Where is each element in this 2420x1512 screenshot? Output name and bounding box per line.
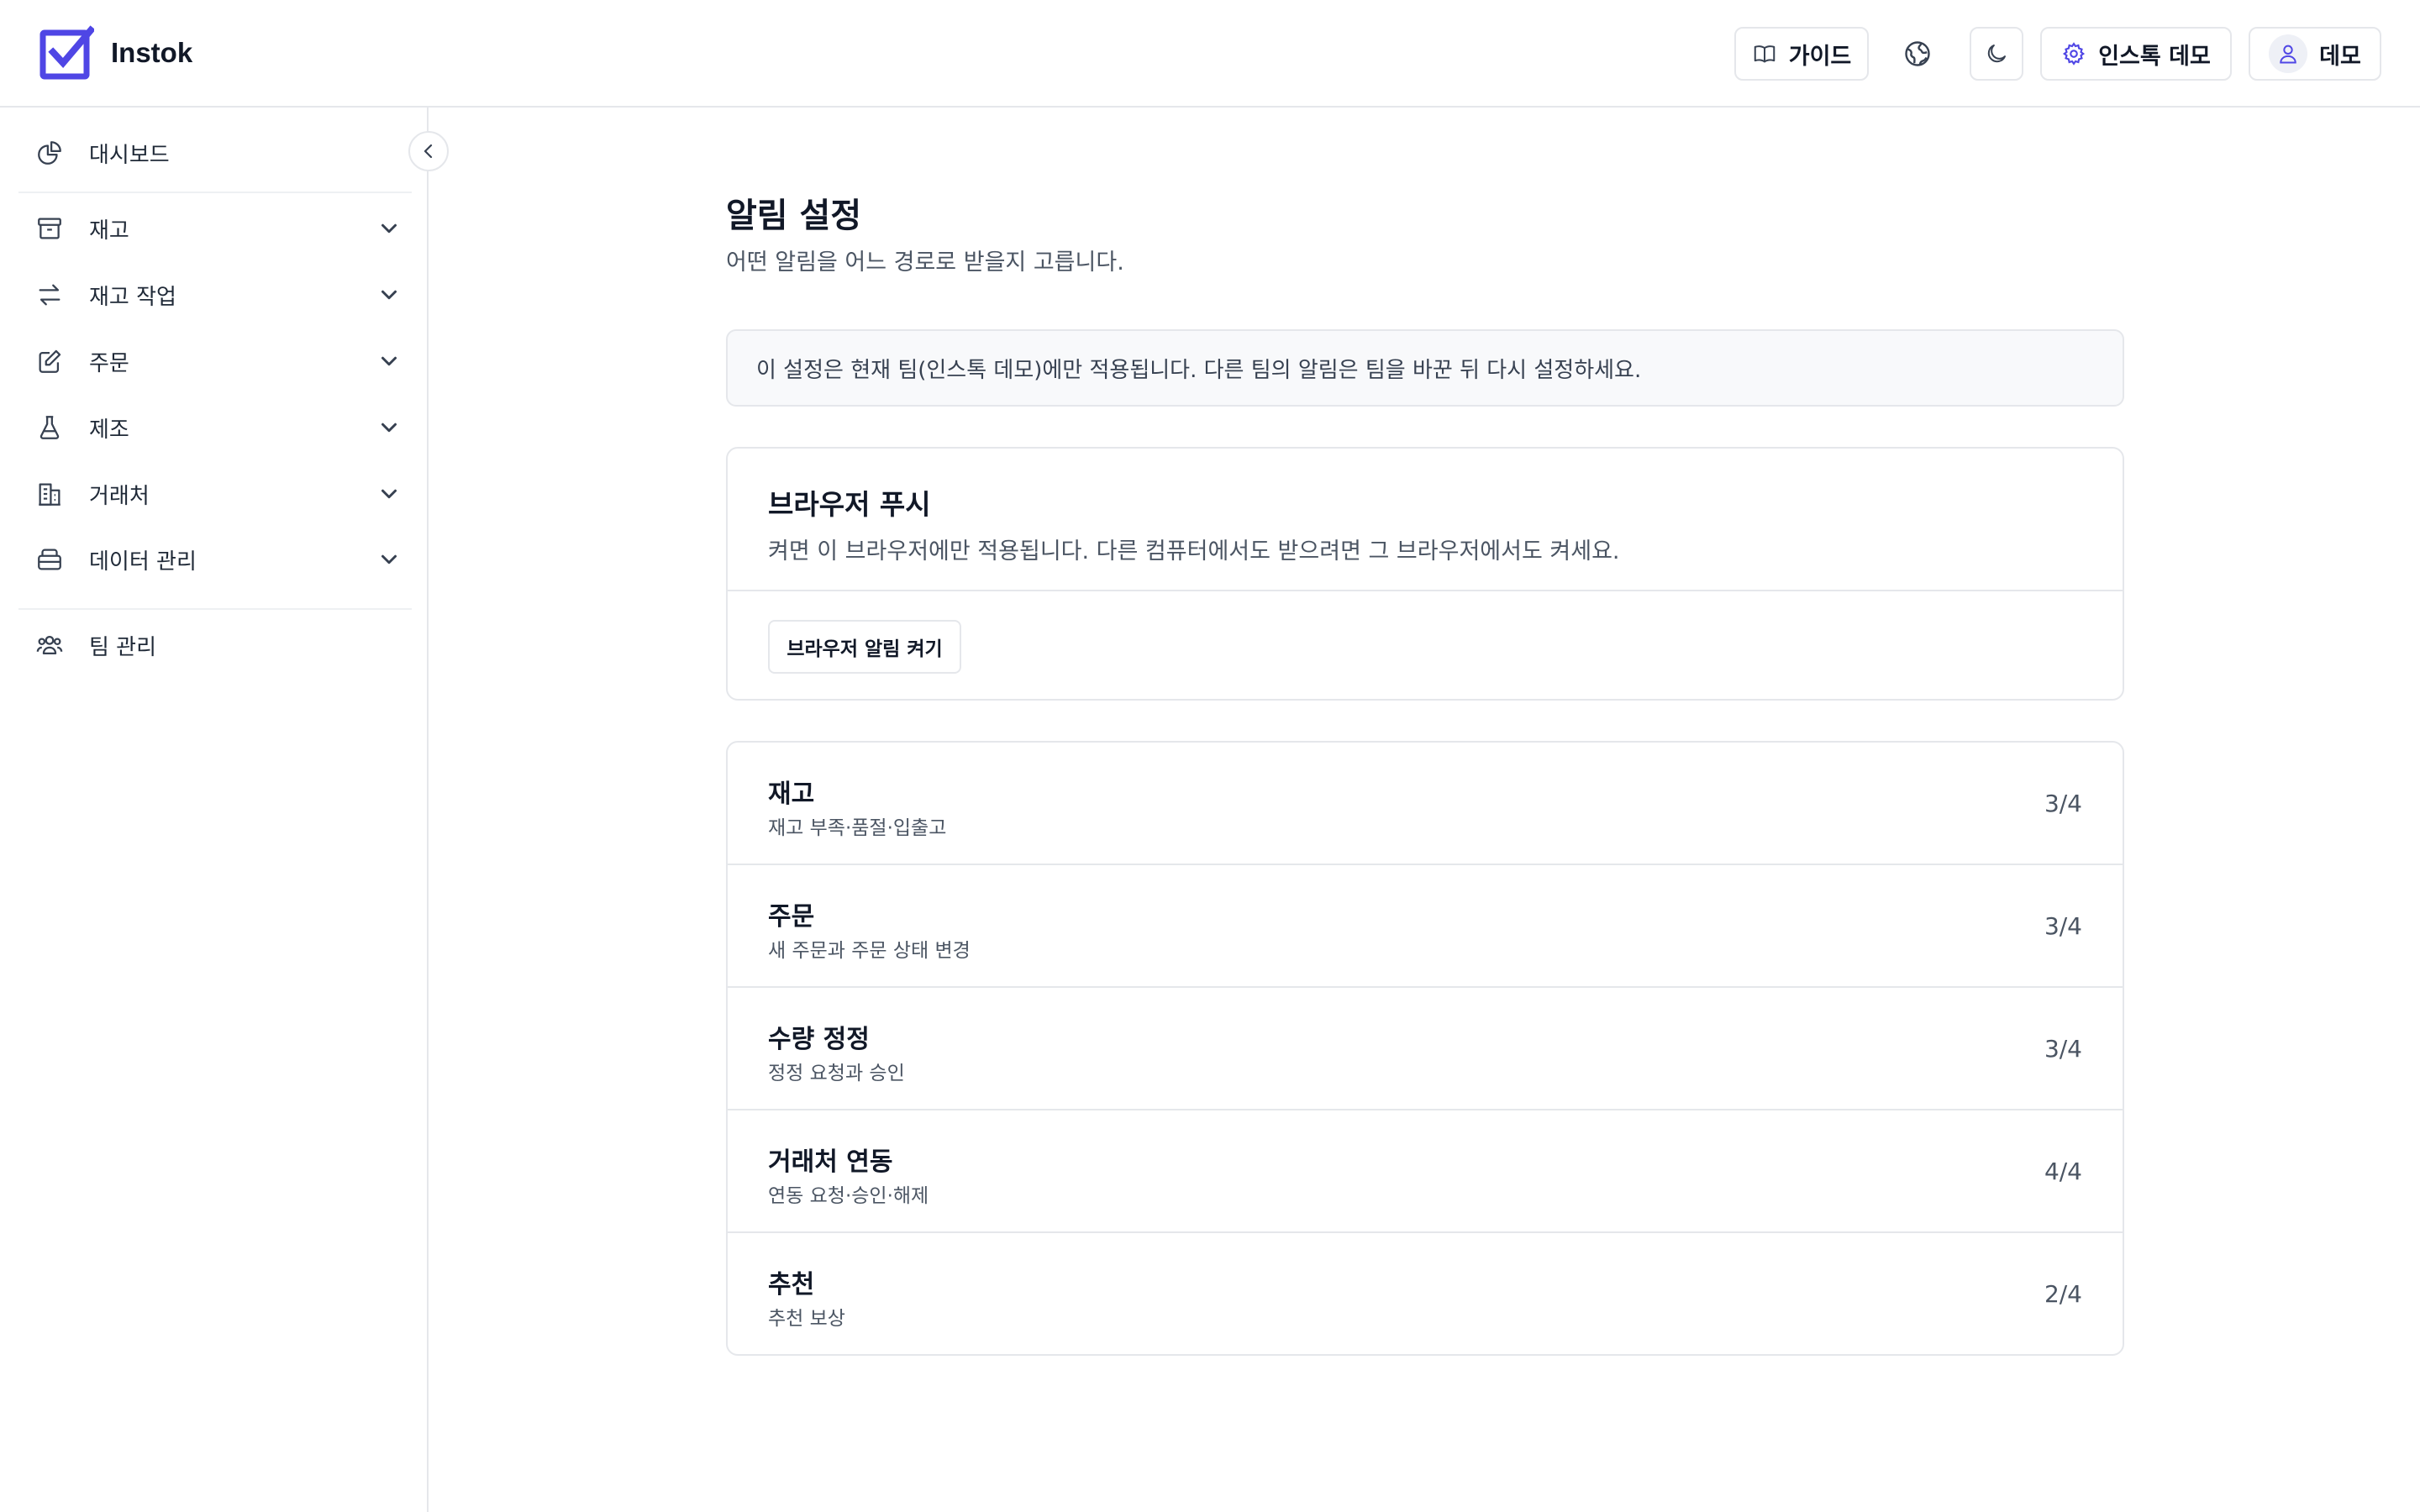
building-icon (39, 483, 60, 506)
avatar (2269, 34, 2308, 73)
arrows-swap-icon (39, 284, 60, 306)
enable-browser-notifications-button[interactable]: 브라우저 알림 켜기 (768, 620, 961, 674)
user-label: 데모 (2319, 43, 2361, 70)
category-row-inventory[interactable]: 재고 재고 부족·품절·입출고 3/4 (728, 743, 2123, 865)
language-button[interactable] (1891, 27, 1944, 81)
guide-button[interactable]: 가이드 (1734, 27, 1869, 81)
app-name: Instok (111, 37, 193, 68)
edit-document-icon (39, 349, 61, 373)
category-description: 새 주문과 주문 상태 변경 (768, 940, 971, 962)
notification-categories-card: 재고 재고 부족·품절·입출고 3/4 주문 새 주문과 주문 상태 변경 3/… (726, 741, 2124, 1356)
browser-push-title: 브라우저 푸시 (768, 488, 931, 521)
category-enabled-count: 4/4 (2044, 1158, 2082, 1185)
category-title: 재고 (768, 780, 815, 809)
sidebar-item-label: 재고 (89, 218, 129, 244)
chevron-down-icon (381, 356, 397, 366)
team-label: 인스톡 데모 (2098, 43, 2211, 70)
user-menu-button[interactable]: 데모 (2249, 27, 2381, 81)
category-description: 재고 부족·품절·입출고 (768, 817, 947, 839)
team-scope-notice: 이 설정은 현재 팀(인스톡 데모)에만 적용됩니다. 다른 팀의 알림은 팀을… (726, 329, 2124, 407)
sidebar-item-inventory[interactable]: 재고 (18, 202, 405, 255)
category-description: 추천 보상 (768, 1308, 845, 1330)
sidebar-divider (18, 192, 412, 193)
page-subtitle: 어떤 알림을 어느 경로로 받을지 고릅니다. (726, 249, 1124, 276)
chevron-down-icon (381, 223, 397, 234)
category-enabled-count: 2/4 (2044, 1280, 2082, 1308)
gear-icon (2063, 42, 2086, 66)
chevron-down-icon (381, 290, 397, 300)
category-title: 거래처 연동 (768, 1147, 893, 1177)
chevron-left-icon (424, 144, 433, 159)
app-logo[interactable]: Instok (39, 25, 192, 81)
sidebar-divider (18, 608, 412, 610)
category-enabled-count: 3/4 (2044, 1035, 2082, 1063)
sidebar-item-label: 팀 관리 (89, 634, 157, 660)
sidebar-item-label: 제조 (89, 417, 129, 443)
sidebar-item-partners[interactable]: 거래처 (18, 467, 405, 521)
sidebar-item-manufacturing[interactable]: 제조 (18, 401, 405, 454)
chevron-down-icon (381, 554, 397, 564)
users-icon (36, 635, 63, 655)
category-row-quantity-correction[interactable]: 수량 정정 정정 요청과 승인 3/4 (728, 988, 2123, 1110)
sidebar-collapse-button[interactable] (408, 131, 449, 171)
sidebar-item-team-management[interactable]: 팀 관리 (18, 618, 405, 672)
category-enabled-count: 3/4 (2044, 912, 2082, 940)
page-title: 알림 설정 (726, 197, 862, 235)
sidebar-item-data-management[interactable]: 데이터 관리 (18, 533, 405, 586)
category-description: 정정 요청과 승인 (768, 1063, 905, 1084)
notice-text: 이 설정은 현재 팀(인스톡 데모)에만 적용됩니다. 다른 팀의 알림은 팀을… (756, 357, 1642, 383)
book-icon (1754, 45, 1775, 63)
user-icon (2280, 45, 2296, 64)
sidebar-item-dashboard[interactable]: 대시보드 (18, 126, 405, 180)
database-icon (38, 549, 61, 570)
category-row-partner-link[interactable]: 거래처 연동 연동 요청·승인·해제 4/4 (728, 1110, 2123, 1233)
chevron-down-icon (381, 423, 397, 433)
flask-icon (39, 416, 60, 439)
category-enabled-count: 3/4 (2044, 790, 2082, 817)
sidebar-item-label: 주문 (89, 350, 129, 376)
sidebar-item-label: 데이터 관리 (89, 549, 197, 575)
sidebar-item-label: 대시보드 (89, 142, 170, 168)
category-row-referral[interactable]: 추천 추천 보상 2/4 (728, 1233, 2123, 1354)
chevron-down-icon (381, 489, 397, 499)
archive-box-icon (38, 218, 61, 239)
category-title: 주문 (768, 902, 815, 932)
category-title: 추천 (768, 1270, 815, 1299)
sidebar-item-inventory-tasks[interactable]: 재고 작업 (18, 268, 405, 322)
category-row-orders[interactable]: 주문 새 주문과 주문 상태 변경 3/4 (728, 865, 2123, 988)
browser-push-description: 켜면 이 브라우저에만 적용됩니다. 다른 컴퓨터에서도 받으려면 그 브라우저… (768, 538, 1620, 564)
category-title: 수량 정정 (768, 1025, 870, 1054)
globe-icon (1905, 41, 1930, 66)
sidebar-item-label: 거래처 (89, 483, 150, 509)
theme-toggle-button[interactable] (1970, 27, 2023, 81)
checkbox-logo-icon (39, 25, 94, 80)
browser-push-card: 브라우저 푸시 켜면 이 브라우저에만 적용됩니다. 다른 컴퓨터에서도 받으려… (726, 447, 2124, 701)
sidebar-item-orders[interactable]: 주문 (18, 334, 405, 388)
pie-chart-icon (38, 141, 61, 165)
browser-push-header: 브라우저 푸시 켜면 이 브라우저에만 적용됩니다. 다른 컴퓨터에서도 받으려… (728, 449, 2123, 591)
top-header: Instok 가이드 인스톡 데모 데모 (0, 0, 2420, 108)
category-description: 연동 요청·승인·해제 (768, 1185, 929, 1207)
guide-label: 가이드 (1788, 43, 1852, 70)
moon-icon (1987, 45, 2006, 63)
team-settings-button[interactable]: 인스톡 데모 (2040, 27, 2232, 81)
sidebar-item-label: 재고 작업 (89, 284, 176, 310)
